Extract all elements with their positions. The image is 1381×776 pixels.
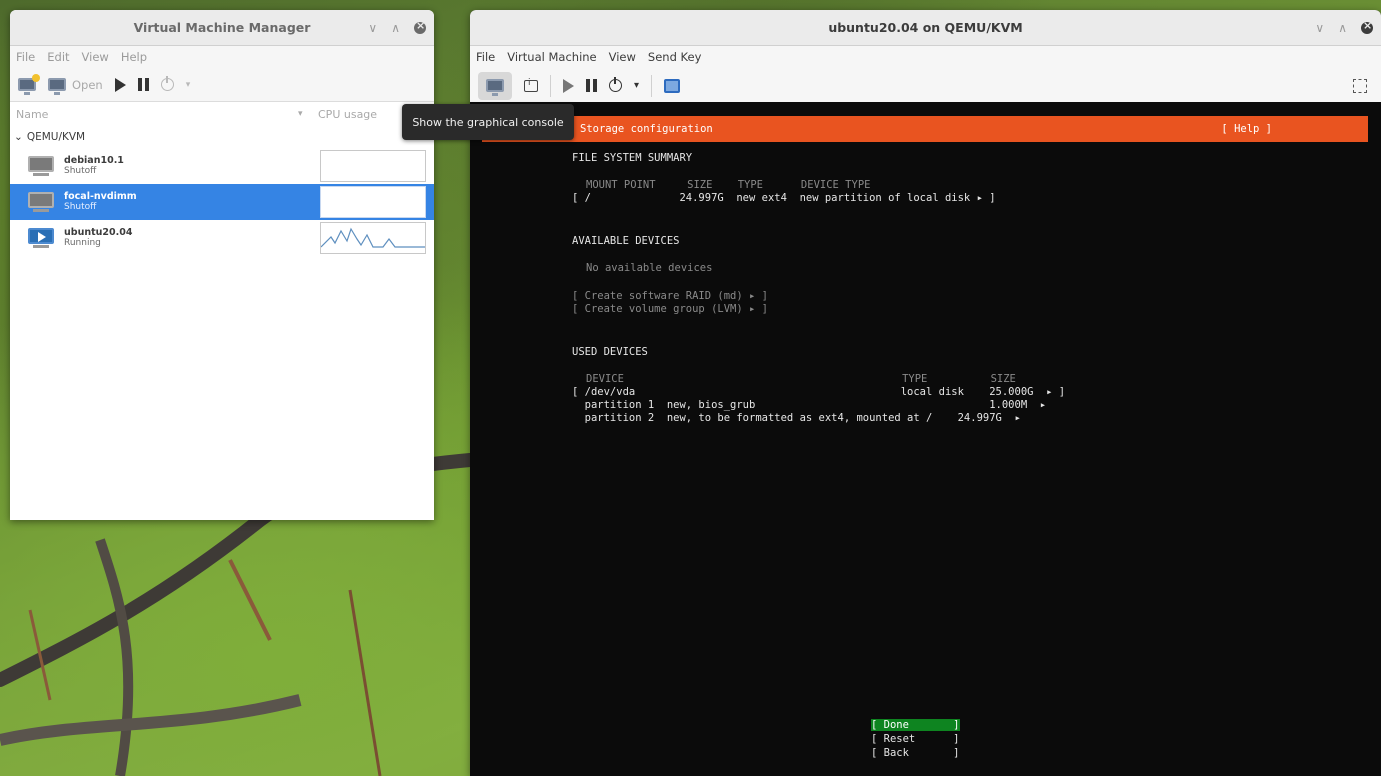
vm-name: focal-nvdimm (64, 191, 137, 202)
menu-file[interactable]: File (476, 50, 495, 64)
console-menubar: File Virtual Machine View Send Key (470, 46, 1381, 68)
reset-button[interactable]: [ Reset ] (871, 733, 960, 745)
pause-icon[interactable] (586, 79, 597, 92)
menu-send-key[interactable]: Send Key (648, 50, 701, 64)
expander-chevron-icon[interactable]: ⌄ (14, 131, 23, 143)
done-button[interactable]: [ Done ] (871, 719, 960, 731)
vm-name: ubuntu20.04 (64, 227, 133, 238)
menu-virtual-machine[interactable]: Virtual Machine (507, 50, 596, 64)
minimize-icon[interactable]: ∨ (368, 21, 377, 35)
vm-name: debian10.1 (64, 155, 124, 166)
menu-edit[interactable]: Edit (47, 50, 69, 64)
installer-header: Storage configuration [ Help ] (482, 116, 1368, 142)
maximize-icon[interactable]: ∧ (391, 21, 400, 35)
cpu-usage-graph (320, 222, 426, 254)
menu-file[interactable]: File (16, 50, 35, 64)
used-devices-heading: USED DEVICES (572, 346, 648, 358)
fs-summary-columns: MOUNT POINT SIZE TYPE DEVICE TYPE (586, 179, 871, 191)
cpu-usage-graph (320, 186, 426, 218)
cpu-sparkline (320, 227, 425, 248)
console-title: ubuntu20.04 on QEMU/KVM (828, 20, 1023, 35)
cpu-usage-graph (320, 150, 426, 182)
vm-status: Running (64, 238, 101, 248)
vmm-window: Virtual Machine Manager ∨ ∧ File Edit Vi… (10, 10, 434, 520)
close-icon[interactable] (414, 19, 426, 34)
partition-row[interactable]: partition 1 new, bios_grub 1.000M ▸ (572, 399, 1046, 411)
run-icon[interactable] (114, 77, 126, 92)
shutdown-dropdown-icon[interactable]: ▾ (186, 80, 191, 90)
snapshots-icon[interactable] (664, 78, 681, 93)
back-button[interactable]: [ Back ] (871, 747, 960, 759)
header-title: Storage configuration (580, 123, 713, 135)
monitor-icon (48, 78, 66, 95)
vm-row-focal-nvdimm[interactable]: focal-nvdimm Shutoff (10, 184, 434, 220)
column-cpu-usage[interactable]: CPU usage (318, 108, 377, 121)
toolbar-separator (651, 74, 653, 97)
vm-status: Shutoff (64, 202, 97, 212)
menu-help[interactable]: Help (121, 50, 147, 64)
open-label: Open (72, 77, 103, 92)
used-devices-columns: DEVICE TYPE SIZE (586, 373, 1016, 385)
create-raid-button[interactable]: [ Create software RAID (md) ▸ ] (572, 290, 768, 302)
vmm-titlebar[interactable]: Virtual Machine Manager ∨ ∧ (10, 10, 434, 46)
menu-view[interactable]: View (609, 50, 636, 64)
vm-row-debian[interactable]: debian10.1 Shutoff (10, 148, 434, 184)
tooltip: Show the graphical console (402, 104, 574, 140)
new-vm-icon[interactable] (18, 74, 40, 95)
minimize-icon[interactable]: ∨ (1315, 21, 1324, 35)
column-name[interactable]: Name (16, 108, 48, 121)
console-titlebar[interactable]: ubuntu20.04 on QEMU/KVM ∨ ∧ (470, 10, 1381, 46)
vm-shutoff-icon (28, 156, 56, 176)
guest-console[interactable]: Storage configuration [ Help ] FILE SYST… (470, 102, 1381, 776)
shutdown-icon[interactable] (609, 77, 622, 92)
vmm-menubar: File Edit View Help (10, 46, 434, 68)
close-icon[interactable] (1361, 19, 1373, 34)
vm-running-icon (28, 228, 56, 248)
details-icon[interactable] (524, 78, 538, 92)
maximize-icon[interactable]: ∧ (1338, 21, 1347, 35)
graphical-console-button[interactable] (478, 71, 512, 100)
fs-summary-row[interactable]: [ / 24.997G new ext4 new partition of lo… (572, 192, 996, 204)
monitor-icon (486, 79, 504, 96)
no-devices-text: No available devices (586, 262, 713, 274)
available-devices-heading: AVAILABLE DEVICES (572, 235, 680, 247)
vm-list-header: Name ▾ CPU usage (10, 102, 434, 126)
shutdown-icon[interactable] (160, 76, 174, 91)
create-lvm-button[interactable]: [ Create volume group (LVM) ▸ ] (572, 303, 768, 315)
run-icon[interactable] (563, 78, 574, 93)
help-button[interactable]: [ Help ] (1221, 123, 1272, 135)
partition-row[interactable]: partition 2 new, to be formatted as ext4… (572, 412, 1021, 424)
group-label: QEMU/KVM (26, 131, 86, 143)
sort-chevron-icon[interactable]: ▾ (298, 109, 303, 119)
menu-view[interactable]: View (82, 50, 109, 64)
vmm-toolbar: Open ▾ (10, 68, 434, 102)
console-toolbar: ▾ (470, 68, 1381, 104)
shutdown-dropdown-icon[interactable]: ▾ (634, 80, 639, 91)
fullscreen-icon[interactable] (1353, 79, 1367, 93)
vm-console-window: ubuntu20.04 on QEMU/KVM ∨ ∧ File Virtual… (470, 10, 1381, 776)
vm-shutoff-icon (28, 192, 56, 212)
vm-row-ubuntu[interactable]: ubuntu20.04 Running (10, 220, 434, 256)
used-device-row[interactable]: [ /dev/vda local disk 25.000G ▸ ] (572, 386, 1065, 398)
fs-summary-heading: FILE SYSTEM SUMMARY (572, 152, 693, 164)
pause-icon[interactable] (137, 78, 149, 91)
vmm-title: Virtual Machine Manager (133, 20, 311, 35)
toolbar-separator (550, 74, 551, 97)
vm-status: Shutoff (64, 166, 97, 176)
connection-group[interactable]: ⌄ QEMU/KVM (10, 126, 434, 148)
open-button[interactable]: Open (48, 77, 103, 95)
